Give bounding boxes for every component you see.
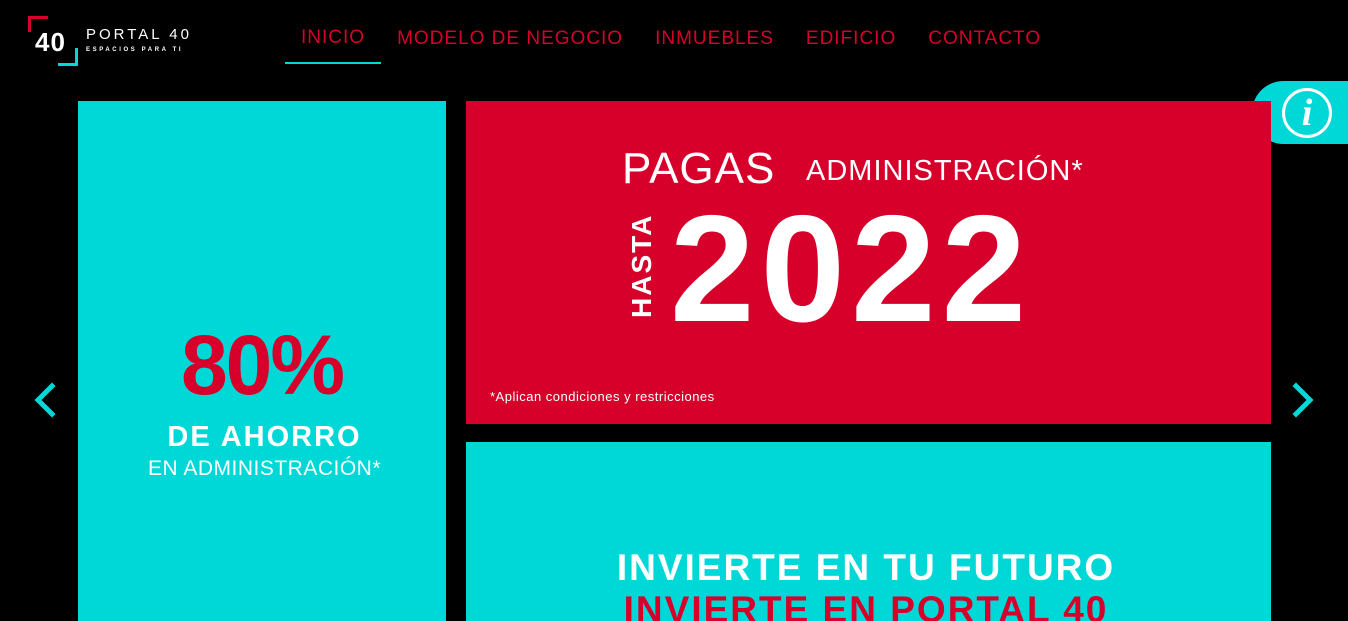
nav-item-inicio[interactable]: INICIO xyxy=(285,14,382,64)
logo-tagline: ESPACIOS PARA TI xyxy=(86,47,184,53)
promo-panel-savings: 80% DE AHORRO EN ADMINISTRACIÓN* xyxy=(78,101,446,621)
slider-prev-arrow-icon[interactable] xyxy=(30,382,60,418)
savings-subheadline: DE AHORRO xyxy=(167,421,362,453)
savings-percentage: 80% xyxy=(180,318,345,412)
savings-caption: EN ADMINISTRACIÓN* xyxy=(147,457,382,480)
main-nav: INICIO MODELO DE NEGOCIO INMUEBLES EDIFI… xyxy=(285,14,1057,64)
hasta-text: HASTA xyxy=(626,213,657,318)
promo-panel-administration: PAGAS ADMINISTRACIÓN* HASTA 2022 *Aplica… xyxy=(466,101,1271,424)
nav-item-modelo-de-negocio[interactable]: MODELO DE NEGOCIO xyxy=(381,14,639,64)
nav-item-contacto[interactable]: CONTACTO xyxy=(912,14,1057,64)
invest-subheadline: INVIERTE EN PORTAL 40 xyxy=(623,589,1109,621)
logo-number: 40 xyxy=(35,27,66,57)
invest-headline: INVIERTE EN TU FUTURO xyxy=(616,547,1116,588)
nav-item-edificio[interactable]: EDIFICIO xyxy=(790,14,912,64)
info-icon: i xyxy=(1282,88,1332,138)
nav-item-inmuebles[interactable]: INMUEBLES xyxy=(639,14,790,64)
conditions-note: *Aplican condiciones y restricciones xyxy=(490,389,715,404)
slider-next-arrow-icon[interactable] xyxy=(1288,382,1318,418)
year-text: 2022 xyxy=(670,184,1033,354)
logo-name: PORTAL 40 xyxy=(86,26,192,43)
page: 40 PORTAL 40 ESPACIOS PARA TI INICIO MOD… xyxy=(0,0,1348,621)
site-logo[interactable]: 40 PORTAL 40 ESPACIOS PARA TI xyxy=(28,16,218,66)
promo-panel-invest: INVIERTE EN TU FUTURO INVIERTE EN PORTAL… xyxy=(466,442,1271,621)
administracion-text: ADMINISTRACIÓN* xyxy=(806,155,1084,187)
